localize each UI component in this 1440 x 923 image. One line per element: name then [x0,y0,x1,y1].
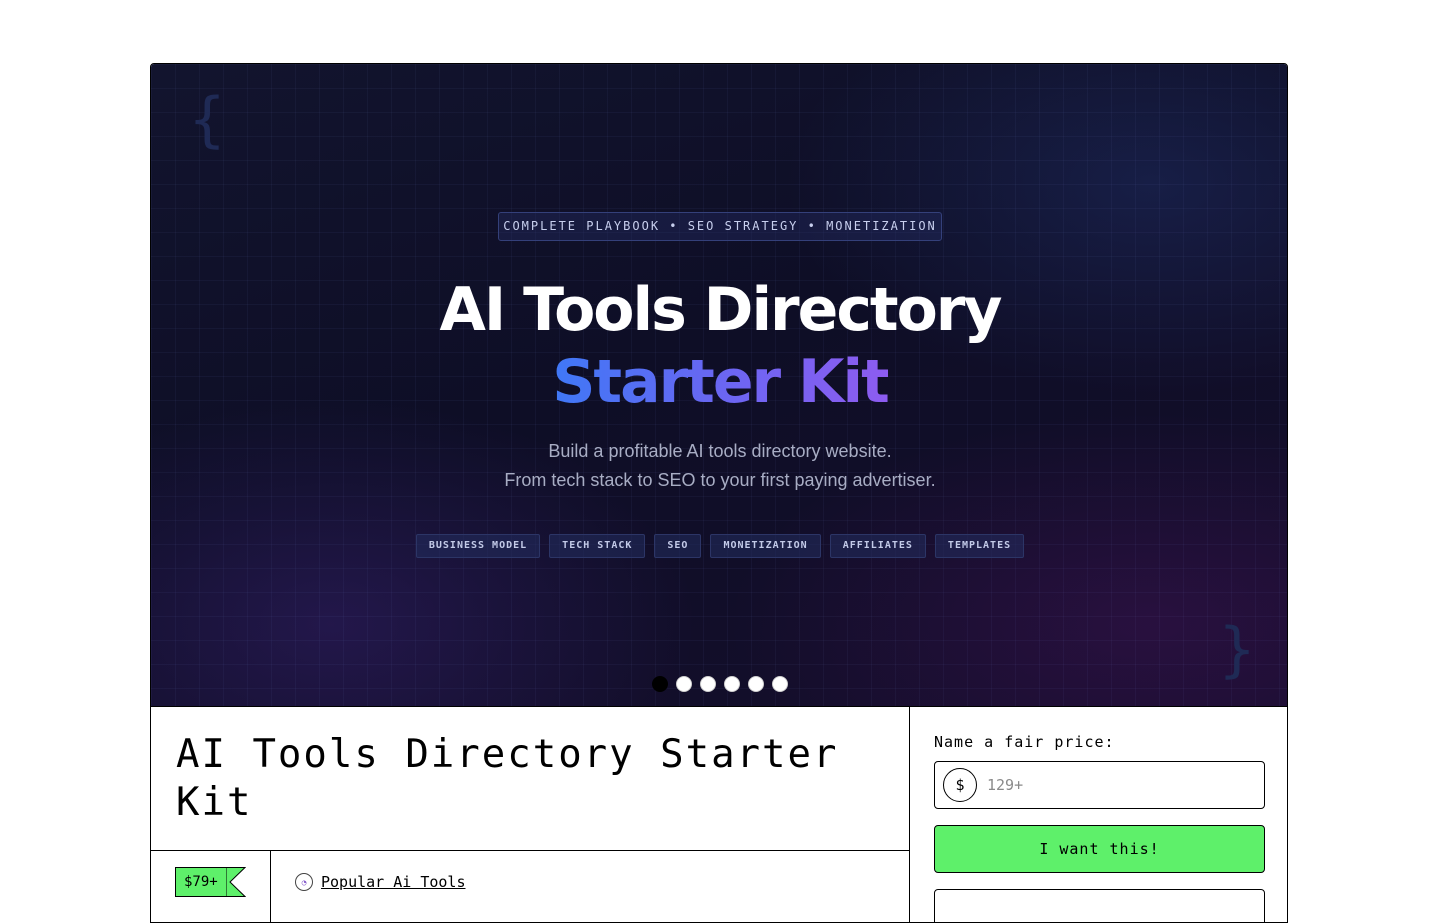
price-input[interactable] [985,775,1249,795]
cover-feature-pill: COMPLETE PLAYBOOK • SEO STRATEGY • MONET… [498,212,942,241]
cover-title-line1: AI Tools Directory [439,275,1002,345]
cover-tag: TECH STACK [549,534,646,558]
cover-tag: TEMPLATES [934,534,1025,558]
product-title: AI Tools Directory Starter Kit [176,732,839,825]
cover-subtitle-line1: Build a profitable AI tools directory we… [548,441,892,461]
left-brace-decoration: { [189,85,226,155]
price-tag-arrow-icon [226,867,246,897]
cover-tags: BUSINESS MODEL TECH STACK SEO MONETIZATI… [151,534,1287,558]
product-info-column: AI Tools Directory Starter Kit $79+ ◔ Po… [151,707,910,922]
cover-tag: SEO [654,534,702,558]
right-brace-decoration: } [1219,615,1256,685]
cover-title-line2: Starter Kit [151,346,1287,418]
price-cell: $79+ [151,851,271,922]
carousel-dot-1[interactable] [652,676,668,692]
product-card: { } COMPLETE PLAYBOOK • SEO STRATEGY • M… [150,63,1288,923]
carousel-dot-3[interactable] [700,676,716,692]
carousel-dot-5[interactable] [748,676,764,692]
cover-tag: MONETIZATION [710,534,821,558]
cover-subtitle-line2: From tech stack to SEO to your first pay… [504,470,936,490]
author-name[interactable]: Popular Ai Tools [321,873,466,891]
secondary-action-button[interactable] [934,889,1265,922]
currency-symbol-icon: $ [943,768,977,802]
product-meta-row: $79+ ◔ Popular Ai Tools [151,850,909,922]
author-avatar-icon: ◔ [295,873,313,891]
product-details: AI Tools Directory Starter Kit $79+ ◔ Po… [151,706,1287,922]
carousel-dot-6[interactable] [772,676,788,692]
author-link[interactable]: ◔ Popular Ai Tools [295,873,466,891]
price-tag: $79+ [175,867,227,897]
purchase-column: Name a fair price: $ I want this! [910,707,1287,922]
price-input-wrapper[interactable]: $ [934,761,1265,809]
cover-title-gradient-text: Starter Kit [552,347,890,417]
carousel-dot-2[interactable] [676,676,692,692]
cover-tag: AFFILIATES [829,534,926,558]
product-cover-carousel: { } COMPLETE PLAYBOOK • SEO STRATEGY • M… [151,64,1287,706]
cover-tag: BUSINESS MODEL [415,534,541,558]
carousel-dot-4[interactable] [724,676,740,692]
fair-price-label: Name a fair price: [934,733,1115,751]
carousel-dots [151,676,1287,692]
i-want-this-button[interactable]: I want this! [934,825,1265,873]
